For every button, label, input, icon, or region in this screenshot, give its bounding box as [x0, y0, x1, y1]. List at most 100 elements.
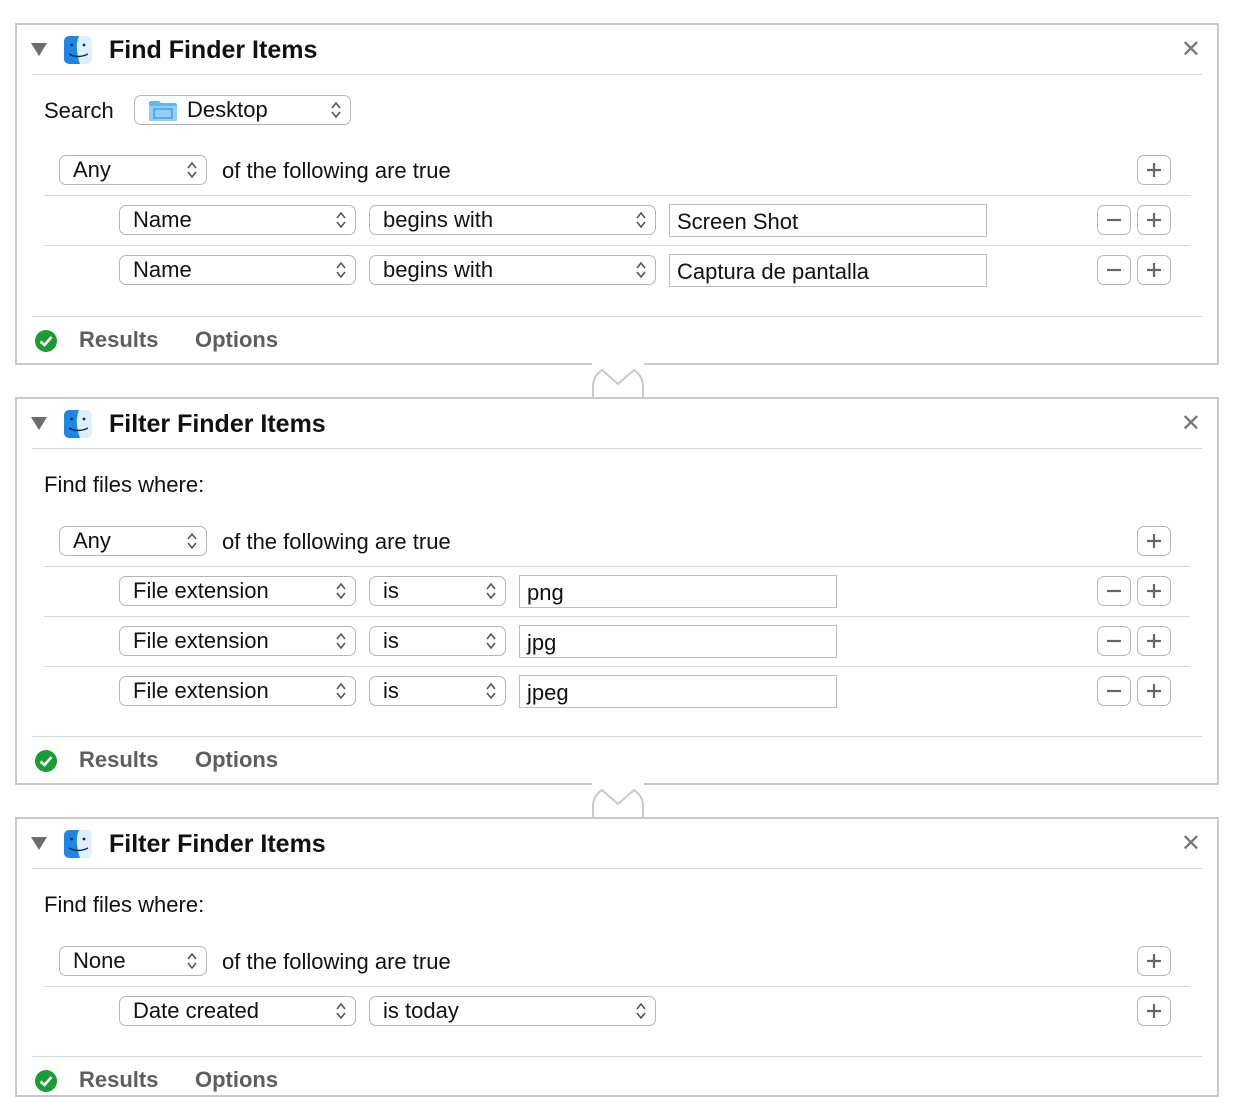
divider	[44, 666, 1190, 667]
minus-icon	[1107, 218, 1121, 222]
remove-condition-button[interactable]	[1097, 626, 1131, 656]
quantifier-value: None	[73, 948, 126, 973]
add-condition-button[interactable]	[1137, 946, 1171, 976]
disclosure-triangle-icon[interactable]	[31, 837, 47, 850]
quantifier-popup[interactable]: None	[59, 946, 207, 976]
divider	[32, 448, 1202, 449]
quantifier-value: Any	[73, 157, 111, 182]
action-find-finder-items: Find Finder Items ✕ Search Desktop Any o…	[15, 23, 1219, 365]
search-location-popup[interactable]: Desktop	[134, 95, 351, 125]
quantifier-suffix: of the following are true	[222, 158, 451, 183]
divider	[32, 736, 1202, 737]
condition-field-popup[interactable]: File extension	[119, 626, 356, 656]
condition-operator-value: is	[383, 628, 399, 653]
plus-icon	[1147, 684, 1161, 698]
results-tab[interactable]: Results	[79, 747, 158, 773]
find-files-label: Find files where:	[44, 472, 205, 497]
condition-operator-popup[interactable]: is	[369, 576, 506, 606]
divider	[44, 986, 1190, 987]
minus-icon	[1107, 268, 1121, 272]
condition-operator-value: is today	[383, 998, 459, 1023]
condition-field-value: File extension	[133, 578, 269, 603]
condition-operator-value: begins with	[383, 207, 494, 232]
chevron-up-down-icon	[486, 682, 496, 700]
chevron-up-down-icon	[187, 952, 197, 970]
action-title: Filter Finder Items	[109, 830, 326, 858]
condition-field-value: File extension	[133, 628, 269, 653]
plus-icon	[1147, 584, 1161, 598]
chevron-up-down-icon	[336, 682, 346, 700]
close-icon[interactable]: ✕	[1181, 829, 1201, 857]
add-condition-button[interactable]	[1137, 205, 1171, 235]
chevron-up-down-icon	[336, 1002, 346, 1020]
chevron-up-down-icon	[336, 211, 346, 229]
condition-operator-popup[interactable]: is	[369, 626, 506, 656]
remove-condition-button[interactable]	[1097, 205, 1131, 235]
add-condition-button[interactable]	[1137, 996, 1171, 1026]
condition-operator-popup[interactable]: begins with	[369, 205, 656, 235]
action-connector	[592, 362, 644, 400]
quantifier-popup[interactable]: Any	[59, 155, 207, 185]
quantifier-popup[interactable]: Any	[59, 526, 207, 556]
condition-operator-popup[interactable]: is	[369, 676, 506, 706]
divider	[32, 74, 1202, 75]
plus-icon	[1147, 1004, 1161, 1018]
plus-icon	[1147, 534, 1161, 548]
chevron-up-down-icon	[336, 632, 346, 650]
chevron-up-down-icon	[636, 211, 646, 229]
divider	[44, 195, 1190, 196]
quantifier-value: Any	[73, 528, 111, 553]
plus-icon	[1147, 213, 1161, 227]
finder-icon	[64, 830, 92, 858]
divider	[32, 868, 1202, 869]
search-location-value: Desktop	[187, 97, 268, 122]
folder-icon	[149, 101, 177, 121]
condition-value-field[interactable]: jpg	[519, 625, 837, 658]
action-connector	[592, 782, 644, 820]
condition-operator-popup[interactable]: begins with	[369, 255, 656, 285]
finder-icon	[64, 36, 92, 64]
search-label: Search	[44, 98, 114, 123]
remove-condition-button[interactable]	[1097, 255, 1131, 285]
condition-field-value: Date created	[133, 998, 259, 1023]
finder-icon	[64, 410, 92, 438]
condition-field-popup[interactable]: File extension	[119, 676, 356, 706]
condition-field-popup[interactable]: File extension	[119, 576, 356, 606]
add-condition-button[interactable]	[1137, 576, 1171, 606]
plus-icon	[1147, 263, 1161, 277]
condition-operator-popup[interactable]: is today	[369, 996, 656, 1026]
condition-value-field[interactable]: jpeg	[519, 675, 837, 708]
action-filter-finder-items: Filter Finder Items ✕ Find files where: …	[15, 817, 1219, 1097]
add-condition-button[interactable]	[1137, 155, 1171, 185]
add-condition-button[interactable]	[1137, 526, 1171, 556]
condition-value-field[interactable]: Screen Shot	[669, 204, 987, 237]
options-tab[interactable]: Options	[195, 1067, 278, 1093]
disclosure-triangle-icon[interactable]	[31, 43, 47, 56]
condition-value-field[interactable]: png	[519, 575, 837, 608]
divider	[32, 1056, 1202, 1057]
close-icon[interactable]: ✕	[1181, 35, 1201, 63]
condition-field-popup[interactable]: Date created	[119, 996, 356, 1026]
close-icon[interactable]: ✕	[1181, 409, 1201, 437]
find-files-label: Find files where:	[44, 892, 205, 917]
options-tab[interactable]: Options	[195, 327, 278, 353]
add-condition-button[interactable]	[1137, 255, 1171, 285]
quantifier-suffix: of the following are true	[222, 529, 451, 554]
minus-icon	[1107, 589, 1121, 593]
condition-field-popup[interactable]: Name	[119, 255, 356, 285]
condition-field-popup[interactable]: Name	[119, 205, 356, 235]
remove-condition-button[interactable]	[1097, 676, 1131, 706]
condition-operator-value: begins with	[383, 257, 494, 282]
condition-value-field[interactable]: Captura de pantalla	[669, 254, 987, 287]
results-tab[interactable]: Results	[79, 327, 158, 353]
options-tab[interactable]: Options	[195, 747, 278, 773]
condition-field-value: Name	[133, 257, 192, 282]
remove-condition-button[interactable]	[1097, 576, 1131, 606]
action-filter-finder-items: Filter Finder Items ✕ Find files where: …	[15, 397, 1219, 785]
chevron-up-down-icon	[486, 582, 496, 600]
results-tab[interactable]: Results	[79, 1067, 158, 1093]
add-condition-button[interactable]	[1137, 676, 1171, 706]
disclosure-triangle-icon[interactable]	[31, 417, 47, 430]
add-condition-button[interactable]	[1137, 626, 1171, 656]
plus-icon	[1147, 634, 1161, 648]
